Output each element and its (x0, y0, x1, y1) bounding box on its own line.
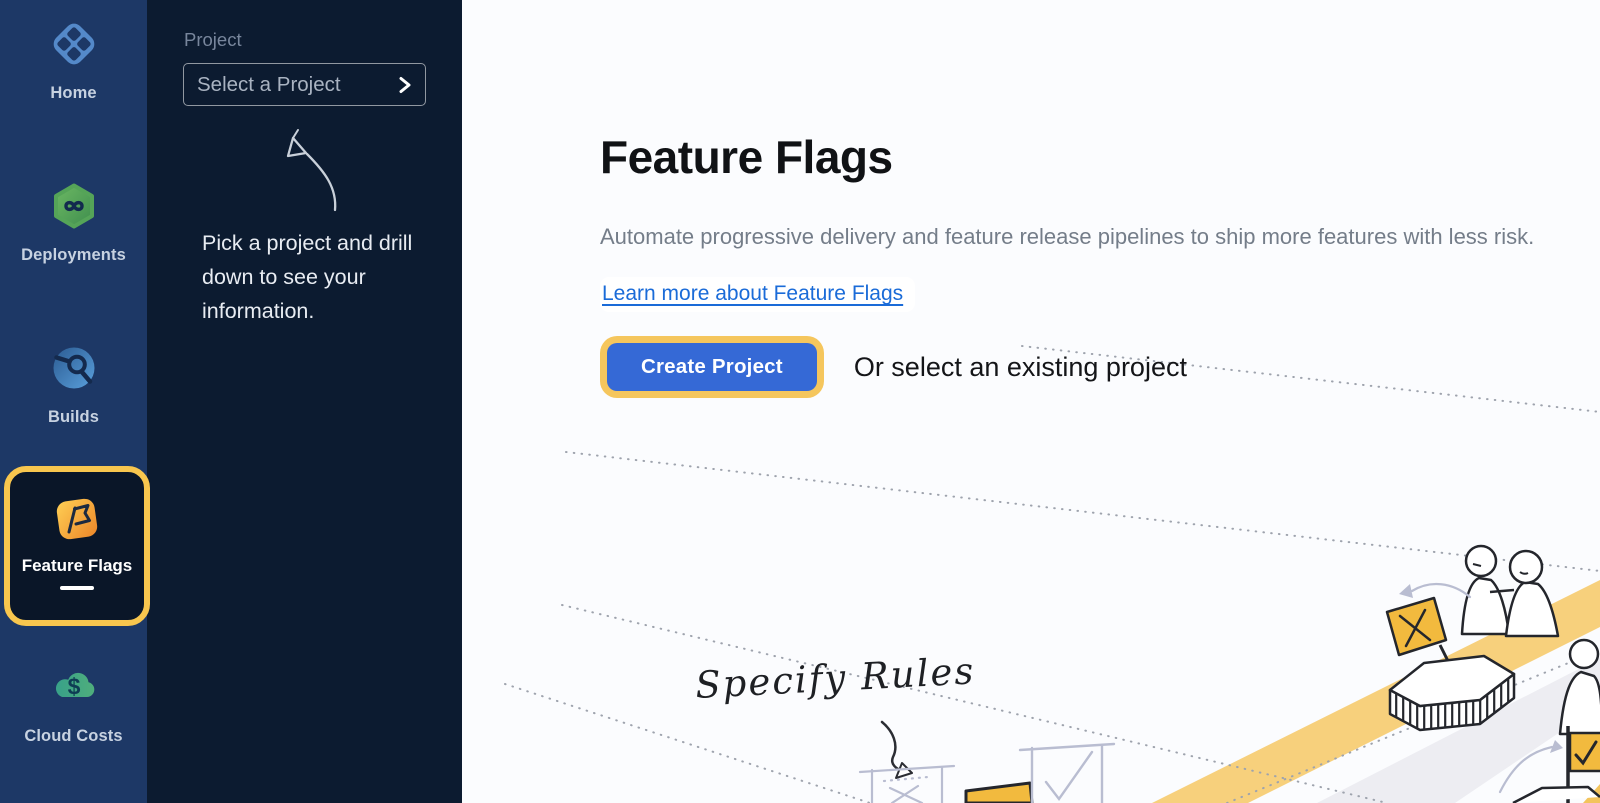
home-icon (50, 20, 98, 68)
create-project-button[interactable]: Create Project (607, 343, 817, 391)
project-sidebar: Project Select a Project Pick a project … (147, 0, 462, 803)
corner-yellow-wedge (1583, 784, 1600, 803)
sidebar-item-label: Cloud Costs (24, 727, 122, 746)
sidebar-item-label: Builds (48, 408, 99, 427)
main-content: Specify Rules (462, 0, 1600, 803)
curved-arrow-up-icon (1500, 740, 1563, 792)
project-selector-value: Select a Project (197, 73, 398, 97)
page-content: Feature Flags Automate progressive deliv… (462, 0, 1600, 398)
learn-more-wrap: Learn more about Feature Flags (600, 277, 1600, 312)
checkbox-x-sketch (860, 766, 954, 803)
project-selector[interactable]: Select a Project (183, 63, 426, 106)
cta-row: Create Project Or select an existing pro… (600, 336, 1600, 398)
create-project-highlight-ring: Create Project (600, 336, 824, 398)
specify-rules-label: Specify Rules (694, 649, 976, 707)
feature-flags-icon (52, 494, 102, 544)
yellow-path-band (1152, 580, 1600, 803)
figure-check-flag-sketch (1513, 640, 1600, 803)
project-label: Project (184, 29, 242, 51)
curved-arrow-left-icon (1399, 584, 1470, 598)
sidebar-item-feature-flags[interactable]: Feature Flags (4, 466, 150, 626)
sketch-down-arrow-icon (882, 722, 912, 778)
checkbox-check-sketch (1020, 744, 1114, 803)
page-description: Automate progressive delivery and featur… (600, 220, 1535, 253)
figures-pair-sketch (1462, 546, 1558, 636)
app-window: Home Deployments (0, 0, 1600, 803)
sidebar-item-home[interactable]: Home (0, 20, 147, 103)
learn-more-link[interactable]: Learn more about Feature Flags (600, 277, 915, 312)
sketch-arrow-icon (275, 126, 357, 214)
gray-path-band (1317, 658, 1600, 803)
hexagon-platform-x (1387, 598, 1514, 730)
yellow-flag-sketch (966, 783, 1032, 803)
project-hint-text: Pick a project and drill down to see you… (202, 226, 420, 328)
sidebar-item-deployments[interactable]: Deployments (0, 182, 147, 265)
sidebar-item-label: Deployments (21, 246, 126, 265)
dotted-guide-lines (505, 346, 1600, 803)
svg-text:$: $ (67, 674, 80, 700)
active-indicator (60, 586, 94, 590)
sidebar-item-builds[interactable]: Builds (0, 344, 147, 427)
sidebar-item-cloud-costs[interactable]: $ Cloud Costs (0, 663, 147, 746)
module-sidebar: Home Deployments (0, 0, 147, 803)
builds-icon (50, 344, 98, 392)
cloud-costs-icon: $ (50, 663, 98, 711)
deployments-icon (50, 182, 98, 230)
page-title: Feature Flags (600, 130, 1600, 184)
sidebar-item-label: Feature Flags (22, 556, 133, 576)
chevron-right-icon (398, 75, 412, 95)
sidebar-item-label: Home (50, 84, 96, 103)
or-select-text: Or select an existing project (854, 352, 1187, 383)
